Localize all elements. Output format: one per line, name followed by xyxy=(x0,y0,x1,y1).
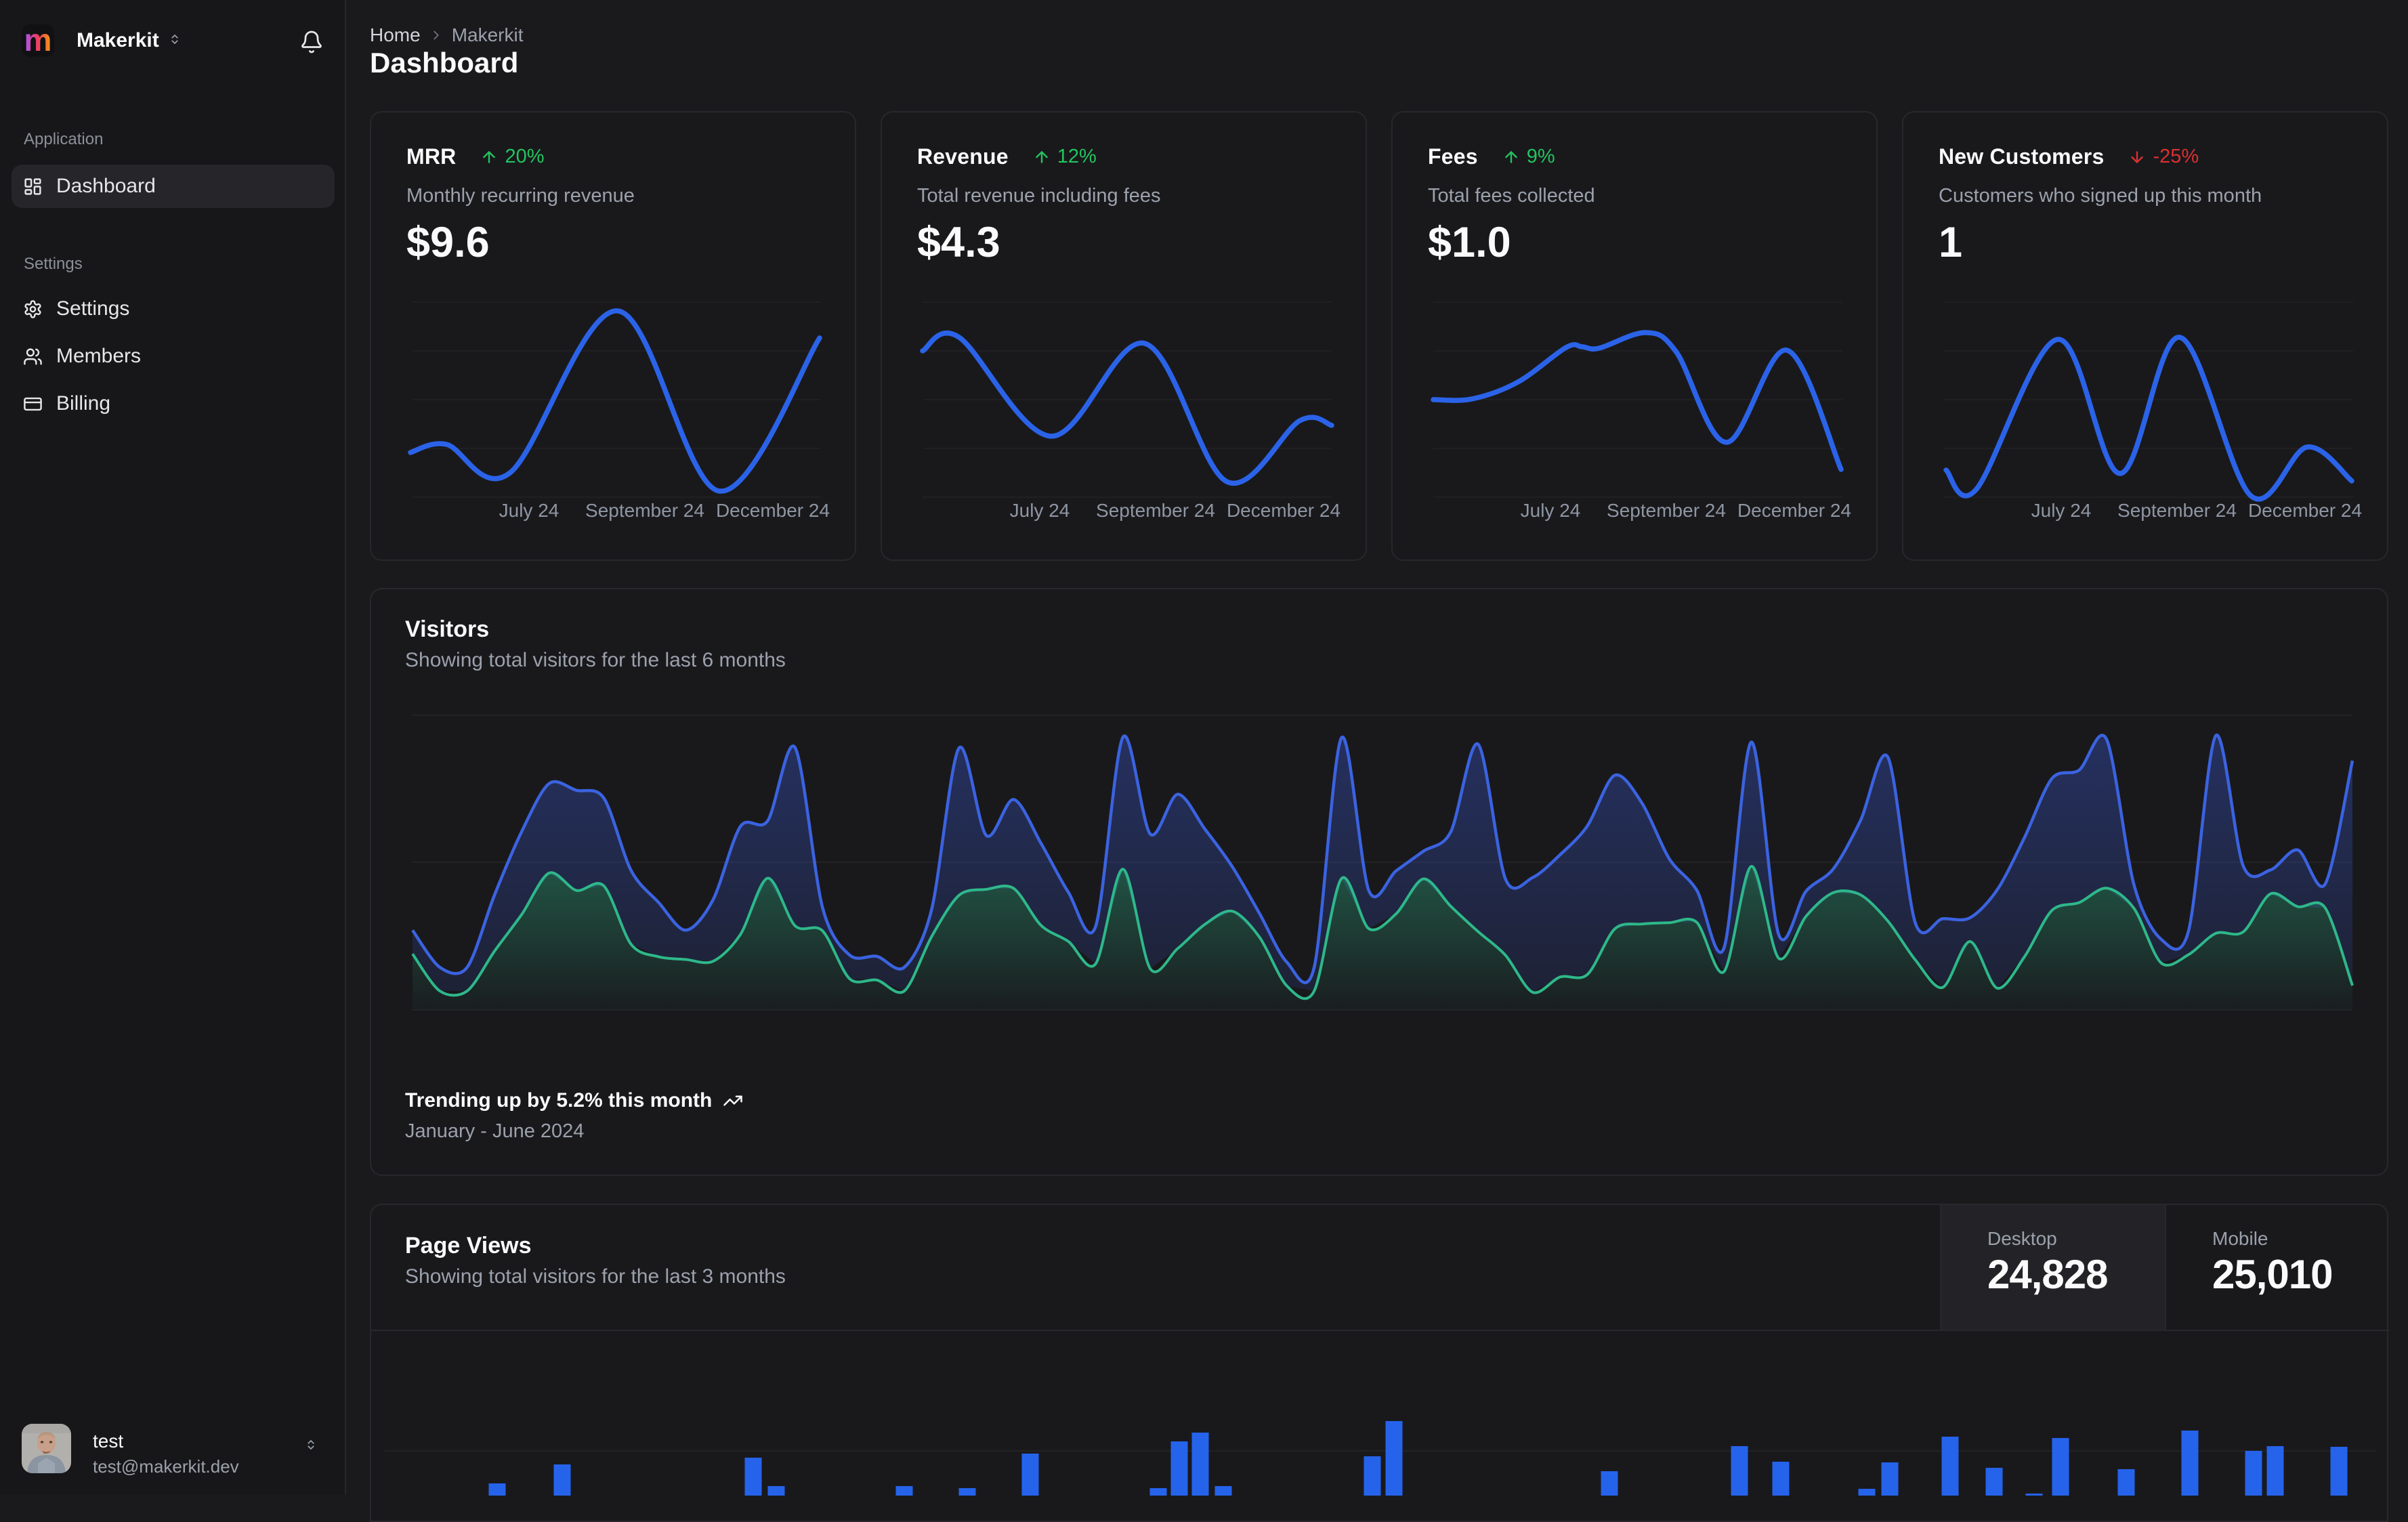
svg-text:m: m xyxy=(24,24,52,57)
